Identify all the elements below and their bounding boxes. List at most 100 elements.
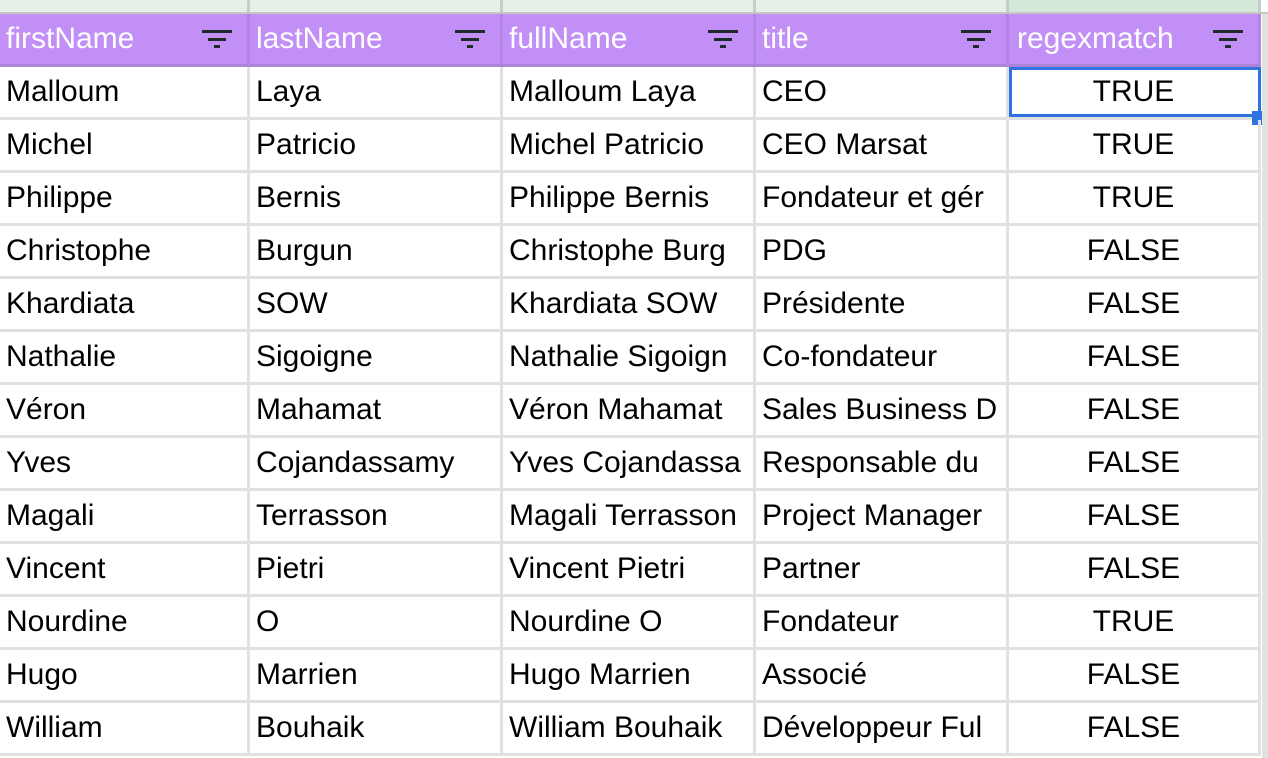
- cell-fullName[interactable]: Nourdine O: [503, 597, 756, 647]
- cell-lastName[interactable]: O: [250, 597, 503, 647]
- cell-firstName[interactable]: Nathalie: [0, 332, 250, 382]
- table-row: Malloum Laya Malloum Laya CEO TRUE: [0, 67, 1266, 125]
- cell-firstName[interactable]: Khardiata: [0, 279, 250, 329]
- cell-fullName[interactable]: William Bouhaik: [503, 703, 756, 753]
- cell-regexmatch[interactable]: TRUE: [1009, 173, 1261, 223]
- cell-fullName[interactable]: Vincent Pietri: [503, 544, 756, 594]
- cell-firstName[interactable]: Véron: [0, 385, 250, 435]
- cell-title[interactable]: Sales Business D: [756, 385, 1009, 435]
- cell-firstName[interactable]: Magali: [0, 491, 250, 541]
- filter-icon[interactable]: [201, 29, 233, 49]
- grid-edge: [1262, 14, 1268, 758]
- cell-regexmatch[interactable]: TRUE: [1009, 120, 1261, 170]
- column-letter-bar: [0, 0, 1268, 14]
- header-label: title: [762, 22, 809, 55]
- filter-icon[interactable]: [454, 29, 486, 49]
- filter-icon[interactable]: [1212, 29, 1244, 49]
- cell-firstName[interactable]: Philippe: [0, 173, 250, 223]
- filter-icon[interactable]: [960, 29, 992, 49]
- cell-title[interactable]: CEO: [756, 67, 1009, 117]
- cell-title[interactable]: Partner: [756, 544, 1009, 594]
- cell-title[interactable]: Responsable du: [756, 438, 1009, 488]
- cell-fullName[interactable]: Magali Terrasson: [503, 491, 756, 541]
- cell-regexmatch[interactable]: FALSE: [1009, 544, 1261, 594]
- cell-firstName[interactable]: William: [0, 703, 250, 753]
- cell-title[interactable]: Associé: [756, 650, 1009, 700]
- cell-firstName[interactable]: Yves: [0, 438, 250, 488]
- cell-lastName[interactable]: Burgun: [250, 226, 503, 276]
- header-label: fullName: [509, 22, 628, 55]
- cell-lastName[interactable]: Pietri: [250, 544, 503, 594]
- cell-title[interactable]: Présidente: [756, 279, 1009, 329]
- header-cell-lastName[interactable]: lastName: [250, 14, 503, 64]
- cell-regexmatch[interactable]: FALSE: [1009, 438, 1261, 488]
- column-letter-header[interactable]: [250, 0, 503, 12]
- cell-lastName[interactable]: Mahamat: [250, 385, 503, 435]
- cell-firstName[interactable]: Nourdine: [0, 597, 250, 647]
- selected-cell[interactable]: TRUE: [1009, 67, 1266, 125]
- cell-fullName[interactable]: Khardiata SOW: [503, 279, 756, 329]
- header-cell-title[interactable]: title: [756, 14, 1009, 64]
- cell-regexmatch[interactable]: FALSE: [1009, 279, 1261, 329]
- cell-title[interactable]: CEO Marsat: [756, 120, 1009, 170]
- cell-regexmatch[interactable]: FALSE: [1009, 226, 1261, 276]
- cell-title[interactable]: Fondateur et gér: [756, 173, 1009, 223]
- cell-firstName[interactable]: Hugo: [0, 650, 250, 700]
- cell-title[interactable]: Développeur Ful: [756, 703, 1009, 753]
- cell-lastName[interactable]: Laya: [250, 67, 503, 117]
- header-label: lastName: [256, 22, 383, 55]
- cell-lastName[interactable]: Terrasson: [250, 491, 503, 541]
- cell-regexmatch[interactable]: FALSE: [1009, 385, 1261, 435]
- cell-regexmatch[interactable]: FALSE: [1009, 703, 1261, 753]
- table-row: Philippe Bernis Philippe Bernis Fondateur e…: [0, 173, 1261, 226]
- cell-lastName[interactable]: Bernis: [250, 173, 503, 223]
- cell-lastName[interactable]: Marrien: [250, 650, 503, 700]
- table-row: Hugo Marrien Hugo Marrien Associé FALSE: [0, 650, 1261, 703]
- table-row: Véron Mahamat Véron Mahamat Sales Business …: [0, 385, 1261, 438]
- cell-fullName[interactable]: Yves Cojandassa: [503, 438, 756, 488]
- header-label: regexmatch: [1017, 22, 1174, 55]
- table-row: Michel Patricio Michel Patricio CEO Marsat T…: [0, 120, 1261, 173]
- cell-title[interactable]: PDG: [756, 226, 1009, 276]
- header-row: firstName lastName fullName title regexm…: [0, 14, 1261, 67]
- cell-regexmatch[interactable]: FALSE: [1009, 650, 1261, 700]
- column-letter-header[interactable]: [0, 0, 250, 12]
- header-cell-firstName[interactable]: firstName: [0, 14, 250, 64]
- column-letter-header[interactable]: [1009, 0, 1261, 12]
- table-row: Vincent Pietri Vincent Pietri Partner FALSE: [0, 544, 1261, 597]
- cell-fullName[interactable]: Nathalie Sigoign: [503, 332, 756, 382]
- cell-fullName[interactable]: Véron Mahamat: [503, 385, 756, 435]
- cell-lastName[interactable]: Cojandassamy: [250, 438, 503, 488]
- cell-title[interactable]: Project Manager: [756, 491, 1009, 541]
- header-cell-regexmatch[interactable]: regexmatch: [1009, 14, 1261, 64]
- filter-icon[interactable]: [707, 29, 739, 49]
- cell-title[interactable]: Co-fondateur: [756, 332, 1009, 382]
- header-label: firstName: [6, 22, 135, 55]
- cell-lastName[interactable]: SOW: [250, 279, 503, 329]
- table-row: Nathalie Sigoigne Nathalie Sigoign Co-fonda…: [0, 332, 1261, 385]
- cell-fullName[interactable]: Philippe Bernis: [503, 173, 756, 223]
- cell-firstName[interactable]: Malloum: [0, 67, 250, 117]
- cell-firstName[interactable]: Michel: [0, 120, 250, 170]
- column-letter-header[interactable]: [503, 0, 756, 12]
- cell-firstName[interactable]: Vincent: [0, 544, 250, 594]
- cell-fullName[interactable]: Michel Patricio: [503, 120, 756, 170]
- cell-regexmatch[interactable]: FALSE: [1009, 491, 1261, 541]
- header-cell-fullName[interactable]: fullName: [503, 14, 756, 64]
- table-row: Magali Terrasson Magali Terrasson Project M…: [0, 491, 1261, 544]
- cell-regexmatch[interactable]: FALSE: [1009, 332, 1261, 382]
- cell-lastName[interactable]: Patricio: [250, 120, 503, 170]
- cell-firstName[interactable]: Christophe: [0, 226, 250, 276]
- cell-lastName[interactable]: Bouhaik: [250, 703, 503, 753]
- cell-fullName[interactable]: Christophe Burg: [503, 226, 756, 276]
- cell-title[interactable]: Fondateur: [756, 597, 1009, 647]
- spreadsheet-grid: firstName lastName fullName title regexm…: [0, 14, 1266, 756]
- column-letter-header[interactable]: [756, 0, 1009, 12]
- cell-lastName[interactable]: Sigoigne: [250, 332, 503, 382]
- table-row: Nourdine O Nourdine O Fondateur TRUE: [0, 597, 1261, 650]
- cell-fullName[interactable]: Malloum Laya: [503, 67, 756, 117]
- cell-fullName[interactable]: Hugo Marrien: [503, 650, 756, 700]
- cell-regexmatch[interactable]: TRUE: [1009, 597, 1261, 647]
- table-row: Yves Cojandassamy Yves Cojandassa Responsab…: [0, 438, 1261, 491]
- table-row: Christophe Burgun Christophe Burg PDG FALSE: [0, 226, 1261, 279]
